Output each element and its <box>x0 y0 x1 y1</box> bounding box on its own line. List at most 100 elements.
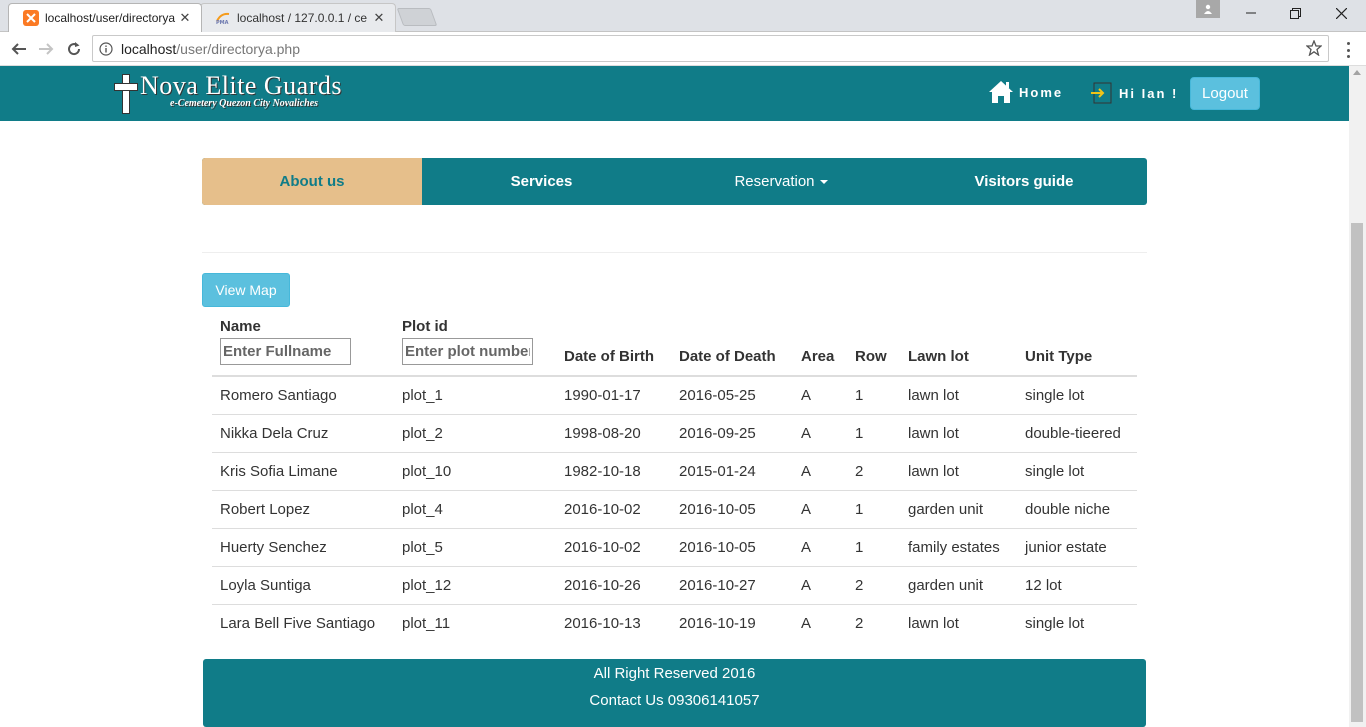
cell-row: 2 <box>855 614 864 632</box>
url-host: localhost <box>121 40 177 57</box>
main-navigation: About us Services Reservation Visitors g… <box>202 158 1147 205</box>
svg-text:PMA: PMA <box>216 20 229 25</box>
browser-menu-icon[interactable] <box>1338 40 1358 60</box>
cell-lawn-lot: family estates <box>900 528 1017 567</box>
cell-plot-id: plot_12 <box>394 566 556 605</box>
browser-toolbar: localhost/user/directorya.php <box>0 32 1366 66</box>
page-scrollbar[interactable] <box>1349 66 1366 727</box>
cell-row: 2 <box>847 566 900 605</box>
cell-date-of-birth: 2016-10-26 <box>556 566 671 605</box>
bookmark-star-icon[interactable] <box>1305 39 1323 59</box>
fullname-filter-input[interactable] <box>220 338 351 365</box>
cell-name: Robert Lopez <box>212 490 394 529</box>
nav-item-reservation[interactable]: Reservation <box>661 158 901 205</box>
close-tab-icon[interactable]: ✕ <box>177 10 193 26</box>
footer-contact: Contact Us 09306141057 <box>589 692 760 709</box>
cell-unit-type: single lot <box>1017 452 1137 491</box>
table-row: Robert Lopez plot_4 2016-10-02 2016-10-0… <box>212 490 1137 529</box>
table-row: Nikka Dela Cruz plot_2 1998-08-20 2016-0… <box>212 414 1137 453</box>
cell-plot-id: plot_5 <box>394 528 556 567</box>
cell-row: 1 <box>847 414 900 453</box>
cell-plot-id: plot_10 <box>394 452 556 491</box>
brand-title: Nova Elite Guards <box>140 71 343 100</box>
plot-number-filter-input[interactable] <box>402 338 533 365</box>
forward-arrow-icon[interactable] <box>33 36 59 62</box>
cell-lawn-lot: lawn lot <box>900 452 1017 491</box>
new-tab-button[interactable] <box>396 8 438 26</box>
cell-unit-type: 12 lot <box>1017 566 1137 605</box>
minimize-icon[interactable] <box>1228 0 1274 26</box>
directory-table: Name Plot id Date of Birth Date of Death… <box>212 318 1137 642</box>
column-label-plot-id: Plot id <box>402 318 448 335</box>
cell-date-of-death: 2016-10-19 <box>679 614 756 632</box>
cell-row: 1 <box>847 376 900 415</box>
column-header-plot-id: Plot id <box>394 318 556 377</box>
logout-button[interactable]: Logout <box>1190 77 1260 110</box>
home-icon <box>989 81 1013 103</box>
address-bar[interactable]: localhost/user/directorya.php <box>92 35 1329 62</box>
cell-date-of-death: 2016-10-05 <box>671 490 793 529</box>
url-path: /user/directorya.php <box>176 40 300 57</box>
home-link[interactable]: Home <box>988 80 1063 104</box>
cell-lawn-lot: garden unit <box>900 566 1017 605</box>
cell-area: A <box>801 614 812 632</box>
cell-date-of-death: 2015-01-24 <box>671 452 793 491</box>
cell-date-of-death: 2016-10-27 <box>671 566 793 605</box>
cell-plot-id: plot_2 <box>394 414 556 453</box>
column-header-name: Name <box>212 318 394 377</box>
column-header-date-of-death: Date of Death <box>671 318 793 377</box>
browser-tab-phpmyadmin[interactable]: PMA localhost / 127.0.0.1 / ce ✕ <box>200 3 396 32</box>
cell-date-of-death: 2016-10-05 <box>671 528 793 567</box>
cell-name: Kris Sofia Limane <box>212 452 394 491</box>
cross-icon <box>114 74 138 114</box>
cell-date-of-death: 2016-05-25 <box>671 376 793 415</box>
cell-name: Loyla Suntiga <box>212 566 394 605</box>
back-arrow-icon[interactable] <box>6 36 32 62</box>
restore-icon[interactable] <box>1272 0 1318 26</box>
cell-name: Huerty Senchez <box>212 528 394 567</box>
cell-date-of-birth: 2016-10-02 <box>556 490 671 529</box>
cell-area: A <box>793 452 847 491</box>
reload-icon[interactable] <box>61 36 87 62</box>
column-label-name: Name <box>220 318 261 335</box>
cell-unit-type: double niche <box>1017 490 1137 529</box>
info-icon[interactable] <box>99 41 113 56</box>
cell-date-of-birth: 1990-01-17 <box>556 376 671 415</box>
login-icon <box>1091 82 1112 104</box>
page-viewport: Nova Elite Guards e-Cemetery Quezon City… <box>0 66 1349 727</box>
browser-tabstrip: localhost/user/directorya ✕ PMA localhos… <box>0 0 1366 32</box>
cell-date-of-birth: 2016-10-13 <box>564 614 641 632</box>
cell-unit-type: double-tieered <box>1017 414 1137 453</box>
table-row: Kris Sofia Limane plot_10 1982-10-18 201… <box>212 452 1137 491</box>
profile-icon[interactable] <box>1196 0 1220 18</box>
cell-lawn-lot: lawn lot <box>900 376 1017 415</box>
user-greeting[interactable]: Hi Ian ! <box>1091 82 1178 104</box>
close-window-icon[interactable] <box>1318 0 1364 26</box>
nav-item-about-us[interactable]: About us <box>202 158 422 205</box>
cell-name: Lara Bell Five Santiago <box>220 614 376 632</box>
browser-tab-title: localhost/user/directorya <box>45 11 176 25</box>
nav-item-services[interactable]: Services <box>422 158 661 205</box>
scroll-up-arrow-icon[interactable] <box>1353 70 1361 75</box>
cell-row: 1 <box>847 528 900 567</box>
column-header-date-of-birth: Date of Birth <box>556 318 671 377</box>
table-header-row: Name Plot id Date of Birth Date of Death… <box>212 318 1137 377</box>
cell-date-of-death: 2016-09-25 <box>671 414 793 453</box>
cell-date-of-birth: 1998-08-20 <box>556 414 671 453</box>
caret-down-icon <box>819 179 828 184</box>
browser-tab-directory[interactable]: localhost/user/directorya ✕ <box>8 3 202 32</box>
nav-item-reservation-label: Reservation <box>734 173 815 190</box>
nav-item-visitors-guide[interactable]: Visitors guide <box>901 158 1147 205</box>
view-map-button[interactable]: View Map <box>202 273 290 307</box>
scroll-thumb[interactable] <box>1351 223 1363 722</box>
site-header: Nova Elite Guards e-Cemetery Quezon City… <box>0 66 1349 121</box>
table-row: Lara Bell Five Santiago plot_11 2016-10-… <box>212 604 1137 642</box>
cell-area: A <box>793 528 847 567</box>
column-header-unit-type: Unit Type <box>1017 318 1137 377</box>
cell-row: 2 <box>847 452 900 491</box>
brand-logo[interactable]: Nova Elite Guards e-Cemetery Quezon City… <box>114 71 343 114</box>
close-tab-icon[interactable]: ✕ <box>371 10 387 26</box>
column-header-row: Row <box>847 318 900 377</box>
cell-plot-id: plot_4 <box>394 490 556 529</box>
xampp-icon <box>23 10 39 26</box>
